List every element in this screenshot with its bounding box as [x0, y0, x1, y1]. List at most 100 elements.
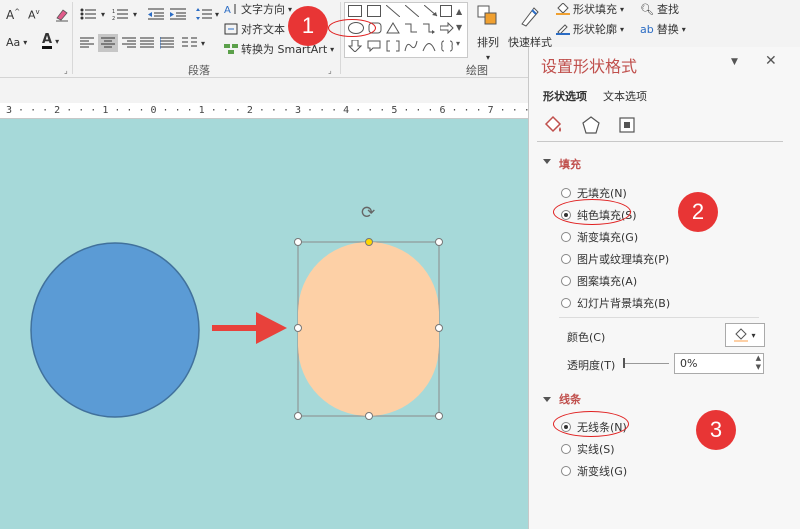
paragraph-dialog-launcher-icon[interactable]: ⌟	[328, 66, 332, 75]
shrink-font-button[interactable]: Av	[28, 8, 40, 22]
rectangle-shape-icon[interactable]	[440, 5, 452, 17]
color-picker-button[interactable]: ▾	[725, 323, 765, 347]
resize-handle-e[interactable]	[435, 324, 443, 332]
color-label: 颜色(C)	[567, 331, 606, 344]
red-arrow-body	[212, 312, 287, 344]
radio-icon[interactable]	[561, 466, 571, 476]
font-color-button[interactable]: A ▾	[42, 33, 59, 49]
gallery-scroll-icon[interactable]: ▲ ▼ ▾	[456, 4, 462, 52]
justify-icon[interactable]	[140, 37, 154, 49]
ruler-area	[0, 78, 528, 103]
elbow-connector-icon[interactable]	[404, 22, 418, 37]
flowchart-shape-icon[interactable]	[348, 5, 362, 17]
distributed-icon[interactable]	[160, 37, 174, 49]
elbow-arrow-icon[interactable]	[422, 22, 436, 37]
align-right-icon[interactable]	[122, 37, 136, 49]
callout-shape-icon[interactable]	[367, 40, 381, 55]
slide-canvas[interactable]	[0, 120, 528, 529]
fill-collapse-icon[interactable]	[543, 159, 551, 164]
horizontal-ruler: 3 · · · 2 · · · 1 · · · 0 · · · 1 · · · …	[0, 103, 698, 119]
resize-handle-sw[interactable]	[294, 412, 302, 420]
pane-title: 设置形状格式	[541, 57, 638, 76]
brace-shape-icon[interactable]	[440, 40, 454, 55]
radio-icon[interactable]	[561, 232, 571, 242]
arrow-line-icon[interactable]	[423, 4, 438, 20]
resize-handle-w[interactable]	[294, 324, 302, 332]
right-arrow-shape-icon[interactable]	[439, 21, 454, 37]
fill-option-pattern[interactable]: 图案填充(A)	[561, 273, 637, 289]
fill-option-label: 幻灯片背景填充(B)	[577, 297, 671, 310]
text-direction-icon: A	[224, 3, 238, 16]
resize-handle-s[interactable]	[365, 412, 373, 420]
blue-circle[interactable]	[30, 242, 200, 418]
resize-handle-ne[interactable]	[435, 238, 443, 246]
resize-handle-nw[interactable]	[294, 238, 302, 246]
fill-option-slide-bg[interactable]: 幻灯片背景填充(B)	[561, 295, 670, 311]
resize-handle-se[interactable]	[435, 412, 443, 420]
find-icon: 🔍︎	[640, 2, 654, 16]
size-properties-icon[interactable]	[617, 115, 637, 138]
text-direction-button[interactable]: A 文字方向 ▾	[224, 1, 292, 17]
line-shape-2-icon[interactable]	[404, 4, 420, 20]
curve-shape-icon[interactable]	[404, 40, 418, 55]
line-spacing-button[interactable]: ▾	[196, 8, 219, 20]
fill-option-label: 图片或纹理填充(P)	[577, 253, 670, 266]
shape-fill-button[interactable]: 形状填充 ▾	[556, 1, 624, 17]
fill-option-picture[interactable]: 图片或纹理填充(P)	[561, 251, 669, 267]
columns-button[interactable]: ▾	[182, 37, 205, 49]
arc-shape-icon[interactable]	[422, 40, 436, 55]
line-collapse-icon[interactable]	[543, 397, 551, 402]
pane-options-icon[interactable]: ▼	[731, 57, 738, 67]
line-option-gradient[interactable]: 渐变线(G)	[561, 463, 627, 479]
align-text-icon	[224, 23, 238, 35]
transparency-slider[interactable]	[623, 363, 669, 364]
spinner-icon[interactable]: ▲ ▼	[756, 354, 761, 372]
line-option-solid[interactable]: 实线(S)	[561, 441, 615, 457]
radio-icon[interactable]	[561, 298, 571, 308]
down-arrow-shape-icon[interactable]	[347, 39, 363, 55]
transparency-input[interactable]: 0% ▲ ▼	[674, 353, 764, 374]
replace-button[interactable]: ab 替换 ▾	[640, 21, 686, 37]
grow-font-button[interactable]: A^	[6, 8, 20, 22]
decrease-indent-icon[interactable]	[148, 8, 164, 20]
svg-text:1: 1	[112, 9, 115, 15]
line-shape-icon[interactable]	[385, 4, 401, 20]
clear-format-icon[interactable]	[54, 6, 70, 22]
bullets-button[interactable]: ▾	[80, 8, 105, 20]
shape-outline-button[interactable]: 形状轮廓 ▾	[556, 21, 624, 37]
radio-icon[interactable]	[561, 188, 571, 198]
change-case-button[interactable]: Aa ▾	[6, 36, 27, 49]
radio-icon[interactable]	[561, 276, 571, 286]
tab-text-options[interactable]: 文本选项	[603, 88, 647, 104]
find-button[interactable]: 🔍︎ 查找	[640, 1, 679, 17]
fill-section-title[interactable]: 填充	[559, 156, 581, 172]
numbering-button[interactable]: 1 2 ▾	[112, 8, 137, 20]
arrange-button[interactable]: 排列 ▾	[476, 4, 500, 62]
section-divider	[559, 317, 759, 318]
rounded-shape[interactable]	[298, 242, 439, 416]
align-text-button[interactable]: 对齐文本	[224, 21, 285, 37]
triangle-shape-icon[interactable]	[386, 22, 400, 37]
slider-thumb[interactable]	[623, 358, 625, 368]
fill-line-icon[interactable]	[543, 115, 563, 138]
increase-indent-icon[interactable]	[170, 8, 186, 20]
annotation-ellipse-3	[553, 411, 629, 437]
close-icon[interactable]: ✕	[765, 53, 777, 69]
fill-color-icon	[734, 328, 749, 342]
rotate-handle-icon[interactable]: ⟳	[361, 203, 375, 223]
radio-icon[interactable]	[561, 444, 571, 454]
adjust-handle[interactable]	[365, 238, 373, 246]
annotation-badge-1: 1	[288, 6, 328, 46]
effects-icon[interactable]	[581, 115, 601, 138]
textbox-shape-icon[interactable]	[367, 5, 381, 17]
bracket-shape-icon[interactable]	[386, 40, 400, 55]
drawing-group-label: 绘图	[466, 64, 488, 77]
font-dialog-launcher-icon[interactable]: ⌟	[64, 66, 68, 75]
align-left-icon[interactable]	[80, 37, 94, 49]
align-center-icon[interactable]	[98, 34, 118, 52]
fill-option-gradient[interactable]: 渐变填充(G)	[561, 229, 638, 245]
radio-icon[interactable]	[561, 254, 571, 264]
line-section-title[interactable]: 线条	[559, 391, 581, 407]
tab-shape-options[interactable]: 形状选项	[543, 88, 587, 104]
annotation-ellipse-2	[553, 199, 631, 225]
